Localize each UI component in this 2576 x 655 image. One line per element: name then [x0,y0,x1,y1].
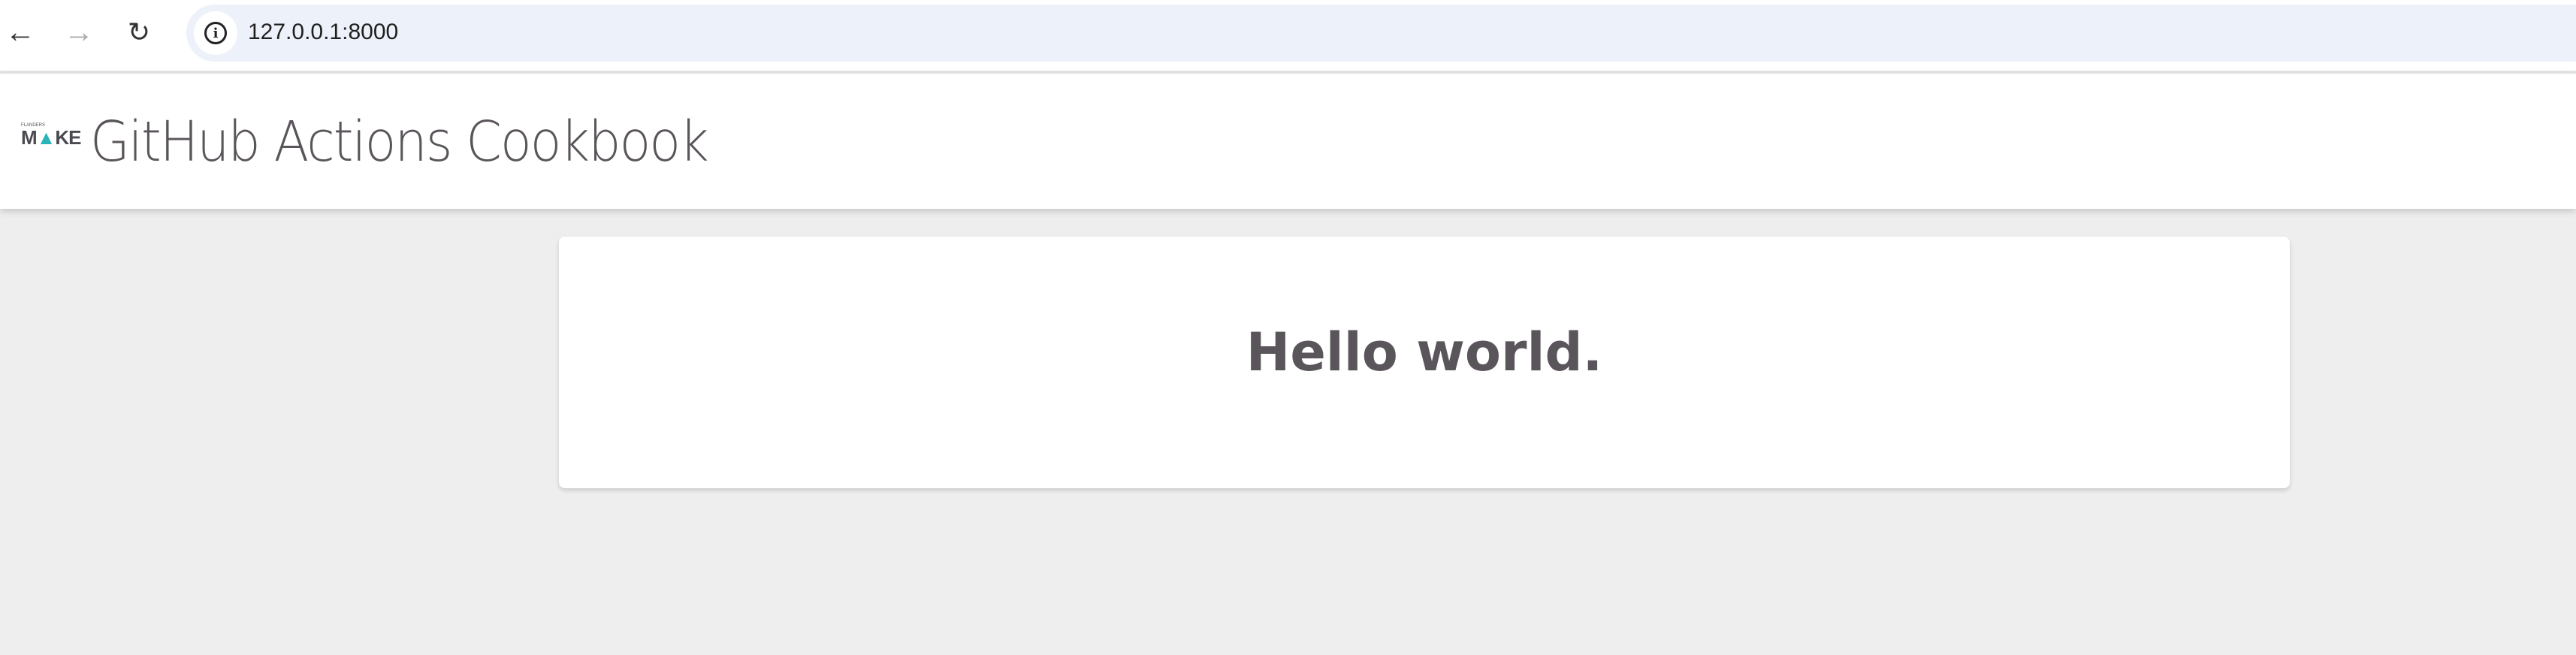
forward-button[interactable]: → [60,14,98,51]
site-info-button[interactable]: i [194,11,237,55]
reload-icon: ↻ [127,17,151,47]
flanders-make-logo: FLANDERS M▲KE [21,123,82,149]
page-title: GitHub Actions Cookbook [90,110,709,174]
info-icon: i [204,22,227,44]
app-header: FLANDERS M▲KE GitHub Actions Cookbook [0,74,2576,209]
back-button[interactable]: ← [2,14,39,51]
hello-heading: Hello world. [1246,321,1603,384]
url-text[interactable]: 127.0.0.1:8000 [248,20,398,45]
content-card: Hello world. [559,237,2290,488]
reload-button[interactable]: ↻ [120,14,158,51]
browser-toolbar: ← → ↻ i 127.0.0.1:8000 [0,0,2576,74]
address-bar[interactable]: i 127.0.0.1:8000 [186,5,2576,62]
arrow-right-icon: → [64,15,94,49]
arrow-left-icon: ← [5,15,35,49]
